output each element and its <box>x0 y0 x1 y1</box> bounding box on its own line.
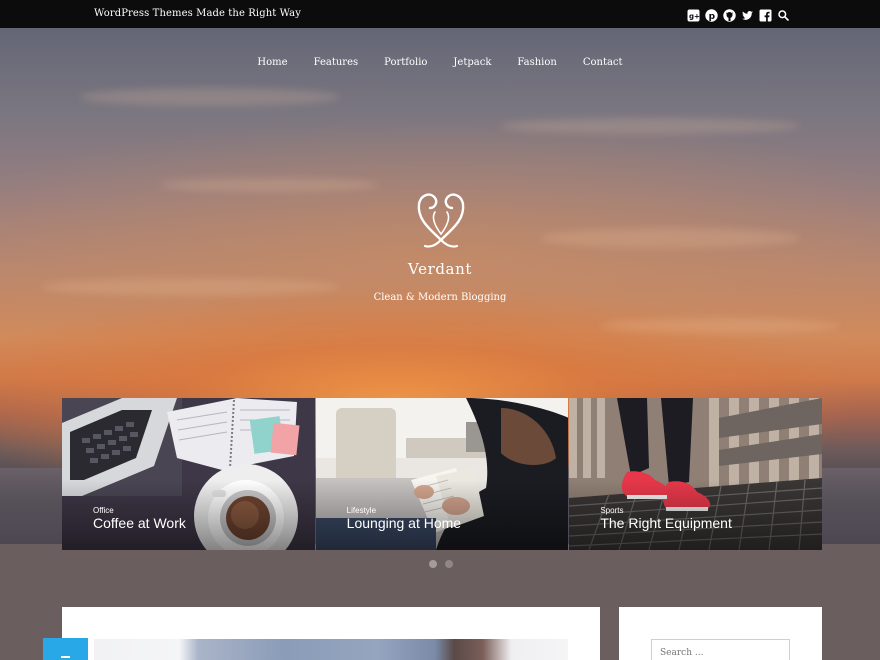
nav-item-fashion[interactable]: Fashion <box>504 28 569 98</box>
hamburger-icon <box>61 656 70 658</box>
cloud-streak <box>500 118 800 134</box>
facebook-icon[interactable] <box>759 7 772 22</box>
slide-title[interactable]: The Right Equipment <box>600 515 732 531</box>
slider-dots <box>429 560 453 568</box>
slide-the-right-equipment[interactable]: Sports The Right Equipment <box>569 398 823 550</box>
svg-text:g+: g+ <box>689 13 700 21</box>
featured-slider: Office Coffee at Work Lifestyle Lounging… <box>62 398 823 550</box>
slide-title[interactable]: Coffee at Work <box>93 515 186 531</box>
search-input[interactable] <box>651 639 790 660</box>
sidebar-widget <box>619 607 822 660</box>
main-navigation: Home Features Portfolio Jetpack Fashion … <box>0 28 880 98</box>
nav-item-home[interactable]: Home <box>244 28 300 98</box>
nav-item-jetpack[interactable]: Jetpack <box>440 28 504 98</box>
twitter-icon[interactable] <box>741 7 754 20</box>
slide-coffee-at-work[interactable]: Office Coffee at Work <box>62 398 315 550</box>
slide-category[interactable]: Sports <box>600 506 623 515</box>
slider-dot[interactable] <box>445 560 453 568</box>
slide-title[interactable]: Lounging at Home <box>347 515 461 531</box>
site-title[interactable]: Verdant <box>0 260 880 278</box>
site-description: Clean & Modern Blogging <box>373 292 507 303</box>
slider-dot[interactable] <box>429 560 437 568</box>
social-links: g+ p <box>687 7 790 22</box>
site-tagline: WordPress Themes Made the Right Way <box>94 8 301 19</box>
top-bar: WordPress Themes Made the Right Way g+ p <box>0 0 880 28</box>
nav-item-contact[interactable]: Contact <box>570 28 636 98</box>
nav-item-features[interactable]: Features <box>301 28 372 98</box>
site-logo-icon[interactable] <box>413 190 469 252</box>
google-plus-icon[interactable]: g+ <box>687 7 700 22</box>
slide-lounging-at-home[interactable]: Lifestyle Lounging at Home <box>315 398 569 550</box>
search-icon[interactable] <box>777 7 790 21</box>
nav-item-portfolio[interactable]: Portfolio <box>371 28 440 98</box>
menu-toggle-button[interactable] <box>43 638 88 660</box>
svg-text:p: p <box>709 12 716 22</box>
post-featured-image[interactable] <box>94 639 568 660</box>
github-icon[interactable] <box>723 7 736 22</box>
slide-category[interactable]: Lifestyle <box>347 506 376 515</box>
cloud-streak <box>600 318 840 334</box>
pinterest-icon[interactable]: p <box>705 7 718 22</box>
post-card <box>62 607 600 660</box>
cloud-streak <box>160 178 380 192</box>
slide-category[interactable]: Office <box>93 506 114 515</box>
cloud-streak <box>540 228 800 248</box>
